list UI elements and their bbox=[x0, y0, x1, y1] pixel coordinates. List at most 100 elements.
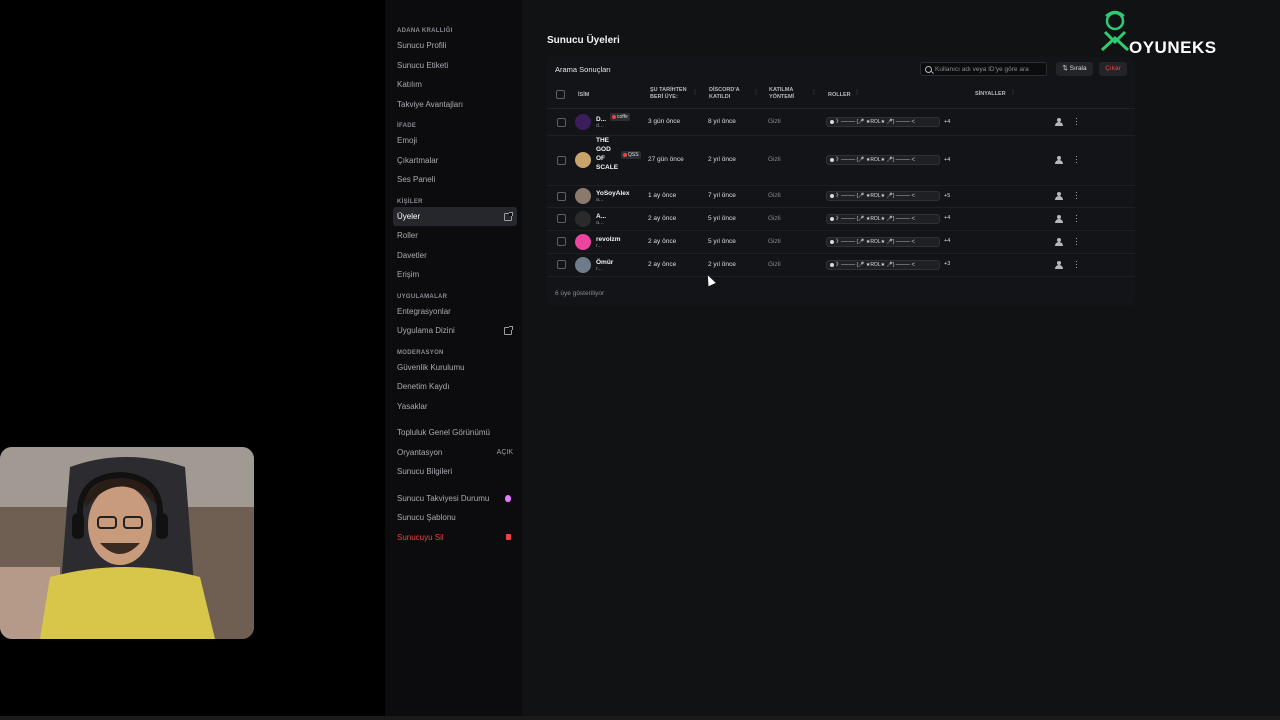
sidebar-category-server: ADANA KRALLIĞI bbox=[397, 28, 453, 34]
filter-icon[interactable]: ⫶ bbox=[694, 90, 696, 98]
sidebar-item-stickers[interactable]: Çıkartmalar bbox=[393, 151, 517, 171]
sidebar-item-invites[interactable]: Davetler bbox=[393, 246, 517, 266]
more-roles-count[interactable]: +4 bbox=[944, 215, 950, 221]
joined-discord: 2 yıl önce bbox=[708, 260, 736, 268]
sidebar-item-onboarding[interactable]: Oryantasyon AÇIK bbox=[393, 443, 517, 463]
search-input[interactable]: Kullanıcı adı veya ID'ye göre ara bbox=[920, 62, 1047, 76]
joined-discord: 8 yıl önce bbox=[708, 118, 736, 125]
row-checkbox[interactable] bbox=[557, 214, 566, 223]
more-options-icon[interactable]: · · · bbox=[1075, 188, 1078, 203]
role-name: 》──── {🎤 ★ROL★ 🎤} ──── ᐸ bbox=[836, 193, 915, 199]
more-options-icon[interactable]: · · · bbox=[1075, 210, 1078, 225]
role-color-dot bbox=[830, 194, 834, 198]
row-checkbox[interactable] bbox=[557, 260, 566, 269]
sidebar-item-roles[interactable]: Roller bbox=[393, 226, 517, 246]
sidebar-item-label: Sunucu Takviyesi Durumu bbox=[397, 493, 490, 503]
role-name: 》──── {🎤 ★ROL★ 🎤} ──── ᐸ bbox=[836, 157, 915, 163]
table-row[interactable]: THE GOD OF SCALE QSS 27 gün önce 2 yıl önce… bbox=[547, 135, 1135, 186]
profile-icon[interactable] bbox=[1055, 118, 1063, 126]
role-pill[interactable]: 》──── {🎤 ★ROL★ 🎤} ──── ᐸ bbox=[826, 259, 940, 270]
table-row[interactable]: D... d... coffe 3 gün önce 8 yıl önce Gizli 》─… bbox=[547, 109, 1135, 136]
column-header-roles[interactable]: ROLLER bbox=[828, 92, 851, 99]
sidebar-item-integrations[interactable]: Entegrasyonlar bbox=[393, 302, 517, 322]
webcam-person-image bbox=[0, 447, 254, 639]
sidebar-item-server-profile[interactable]: Sunucu Profili bbox=[393, 36, 517, 56]
role-pill[interactable]: 》──── {🎤 ★ROL★ 🎤} ──── ᐸ bbox=[826, 191, 940, 201]
profile-icon[interactable] bbox=[1055, 260, 1063, 269]
sidebar-item-emoji[interactable]: Emoji bbox=[393, 131, 517, 151]
profile-icon[interactable] bbox=[1055, 156, 1063, 164]
filter-icon[interactable]: ⫶ bbox=[856, 90, 858, 98]
sidebar-item-delete-server[interactable]: Sunucuyu Sil bbox=[393, 528, 517, 548]
role-pill[interactable]: 》──── {🎤 ★ROL★ 🎤} ──── ᐸ bbox=[826, 155, 940, 165]
member-since: 2 ay önce bbox=[648, 237, 677, 245]
more-options-icon[interactable]: · · · bbox=[1075, 114, 1078, 129]
sidebar-item-members[interactable]: Üyeler bbox=[393, 206, 517, 226]
more-roles-count[interactable]: +4 bbox=[944, 238, 950, 244]
table-row[interactable]: Ömür r... 2 ay önce 2 yıl önce Gizli 》──── {🎤… bbox=[547, 253, 1135, 277]
sidebar-item-access[interactable]: Erişim bbox=[393, 265, 517, 285]
sidebar-item-app-directory[interactable]: Uygulama Dizini bbox=[393, 321, 517, 341]
table-row[interactable]: YoSoyAlex a... 1 ay önce 7 yıl önce Gizli 》──… bbox=[547, 185, 1135, 208]
webcam-overlay bbox=[0, 447, 254, 639]
avatar[interactable] bbox=[575, 210, 591, 227]
tag-label: coffe bbox=[617, 114, 628, 120]
avatar[interactable] bbox=[575, 188, 591, 204]
avatar[interactable] bbox=[575, 256, 591, 273]
more-roles-count[interactable]: +4 bbox=[944, 119, 950, 125]
profile-icon[interactable] bbox=[1055, 192, 1063, 200]
table-row[interactable]: A... a... 2 ay önce 5 yıl önce Gizli 》──── {🎤… bbox=[547, 207, 1135, 231]
row-checkbox[interactable] bbox=[557, 117, 566, 127]
filter-icon[interactable]: ⫶ bbox=[813, 90, 815, 98]
sidebar-item-server-tag[interactable]: Sunucu Etiketi bbox=[393, 56, 517, 76]
select-all-checkbox[interactable] bbox=[556, 90, 565, 99]
filter-icon[interactable]: ⫶ bbox=[1012, 90, 1014, 98]
column-header-member-since[interactable]: ŞU TARİHTEN BERİ ÜYE: bbox=[650, 87, 687, 101]
column-header-join-method[interactable]: KATILMA YÖNTEMİ bbox=[769, 87, 794, 101]
column-header-signals[interactable]: SİNYALLER bbox=[975, 91, 1006, 98]
sidebar-item-bans[interactable]: Yasaklar bbox=[393, 397, 517, 417]
kick-button[interactable]: Çıkar bbox=[1099, 62, 1127, 76]
profile-icon[interactable] bbox=[1055, 237, 1063, 246]
more-options-icon[interactable]: · · · bbox=[1075, 256, 1078, 271]
sidebar-item-server-template[interactable]: Sunucu Şablonu bbox=[393, 508, 517, 528]
avatar[interactable] bbox=[575, 114, 591, 130]
role-name: 》──── {🎤 ★ROL★ 🎤} ──── ᐸ bbox=[836, 261, 915, 268]
role-pill[interactable]: 》──── {🎤 ★ROL★ 🎤} ──── ᐸ bbox=[826, 236, 940, 247]
external-link-icon bbox=[504, 211, 513, 221]
sidebar-item-soundboard[interactable]: Ses Paneli bbox=[393, 170, 517, 190]
main-content: Sunucu Üyeleri Arama Sonuçları Kullanıcı… bbox=[522, 0, 1280, 720]
sidebar-item-boost-status[interactable]: Sunucu Takviyesi Durumu bbox=[393, 489, 517, 509]
row-checkbox[interactable] bbox=[557, 191, 566, 201]
table-row[interactable]: revolzm r... 2 ay önce 5 yıl önce Gizli 》────… bbox=[547, 230, 1135, 254]
role-pill[interactable]: 》──── {🎤 ★ROL★ 🎤} ──── ᐸ bbox=[826, 117, 940, 127]
filter-icon[interactable]: ⫶ bbox=[755, 90, 757, 98]
more-roles-count[interactable]: +5 bbox=[944, 193, 950, 199]
more-options-icon[interactable]: · · · bbox=[1075, 233, 1078, 248]
sidebar-item-boost-perks[interactable]: Takviye Avantajları bbox=[393, 95, 517, 115]
row-checkbox[interactable] bbox=[557, 237, 566, 246]
join-method: Gizli bbox=[768, 192, 781, 199]
member-since: 2 ay önce bbox=[648, 214, 677, 222]
row-checkbox[interactable] bbox=[557, 155, 566, 165]
sidebar-item-community-overview[interactable]: Topluluk Genel Görünümü bbox=[393, 423, 517, 443]
sidebar-item-audit-log[interactable]: Denetim Kaydı bbox=[393, 377, 517, 397]
avatar[interactable] bbox=[575, 152, 591, 168]
profile-icon[interactable] bbox=[1055, 214, 1063, 223]
sort-button[interactable]: ⇅ Sırala bbox=[1056, 62, 1093, 76]
column-header-joined-discord[interactable]: DİSCORD'A KATILDI bbox=[709, 87, 740, 101]
member-since: 2 ay önce bbox=[648, 260, 677, 268]
sort-label: Sırala bbox=[1069, 65, 1087, 72]
boost-gem-icon bbox=[505, 494, 511, 502]
sidebar-item-server-insights[interactable]: Sunucu Bilgileri bbox=[393, 462, 517, 482]
role-pill[interactable]: 》──── {🎤 ★ROL★ 🎤} ──── ᐸ bbox=[826, 213, 940, 224]
more-options-icon[interactable]: · · · bbox=[1075, 152, 1078, 167]
more-roles-count[interactable]: +4 bbox=[944, 157, 950, 163]
more-roles-count[interactable]: +3 bbox=[944, 261, 950, 267]
sidebar-item-onboarding-join[interactable]: Katılım bbox=[393, 75, 517, 95]
column-header-name[interactable]: İSİM bbox=[578, 92, 589, 99]
sidebar-item-safety-setup[interactable]: Güvenlik Kurulumu bbox=[393, 358, 517, 378]
member-name[interactable]: THE GOD OF SCALE bbox=[596, 136, 620, 172]
avatar[interactable] bbox=[575, 233, 591, 250]
server-tag-badge: QSS bbox=[621, 151, 641, 159]
